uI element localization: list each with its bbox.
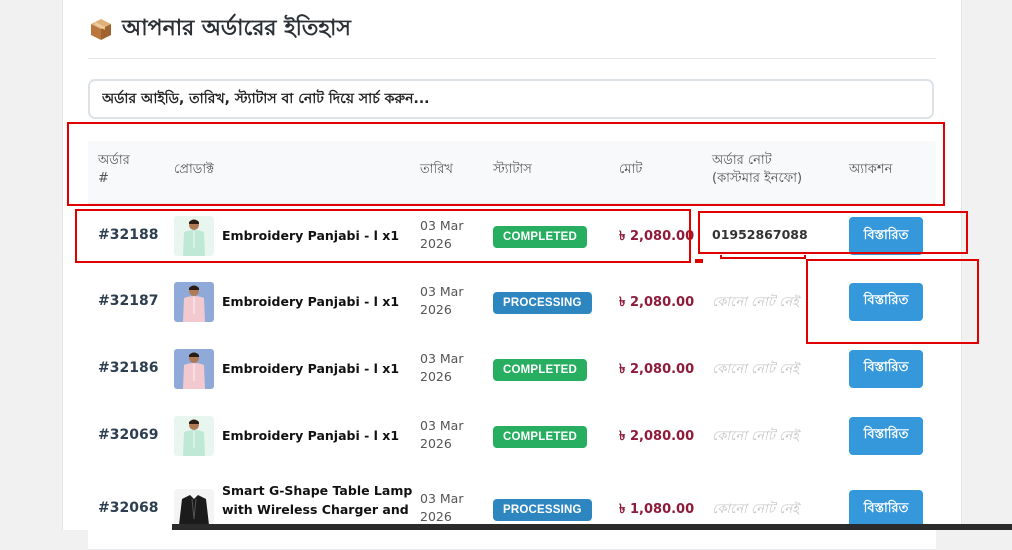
status-badge: COMPLETED — [493, 226, 587, 248]
order-id: #32186 — [98, 359, 159, 376]
product-name: Embroidery Panjabi - l x1 — [222, 427, 400, 443]
status-badge: COMPLETED — [493, 425, 587, 448]
status-badge: COMPLETED — [493, 358, 587, 381]
details-button[interactable]: বিস্তারিত — [849, 416, 923, 455]
order-id: #32068 — [98, 500, 159, 516]
table-row: #32187 Embroidery Panjabi - l x1 03 Mar 202… — [88, 268, 936, 336]
product-thumbnail — [174, 216, 214, 256]
status-badge: PROCESSING — [493, 291, 592, 314]
table-row: #32186 Embroidery Panjabi - l x1 03 Mar 202… — [88, 335, 936, 403]
order-date: 03 Mar 2026 — [420, 417, 464, 451]
order-note: কোনো নোট নেই — [712, 294, 799, 310]
table-header: অর্ডার # প্রোডাক্ট তারিখ স্ট্যাটাস মোট অর… — [88, 141, 936, 204]
page-title: আপনার অর্ডারের ইতিহাস — [122, 15, 351, 41]
order-id: #32188 — [98, 227, 159, 243]
package-box-icon — [91, 19, 111, 40]
order-id: #32069 — [98, 426, 159, 443]
header-total: মোট — [619, 162, 643, 177]
status-badge: PROCESSING — [493, 499, 592, 521]
details-button[interactable]: বিস্তারিত — [849, 217, 923, 255]
header-order: অর্ডার # — [98, 153, 130, 186]
order-total: ৳ 1,080.00 — [619, 502, 695, 517]
table-row: #32188 Embroidery Panjabi - l x1 03 Mar 202… — [88, 204, 936, 269]
order-note: কোনো নোট নেই — [712, 361, 799, 377]
details-button[interactable]: বিস্তারিত — [849, 490, 923, 528]
product-thumbnail — [174, 489, 214, 529]
order-date: 03 Mar 2026 — [420, 218, 464, 251]
table-row: #32068 Smart G-Shape Table Lamp with Wirel… — [88, 469, 936, 550]
annotation-connector — [720, 255, 806, 259]
bottom-scrollbar — [172, 524, 1012, 530]
header-product: প্রোডাক্ট — [174, 162, 214, 177]
details-button[interactable]: বিস্তারিত — [849, 349, 923, 388]
header-note: অর্ডার নোট (কাস্টমার ইনফো) — [712, 153, 803, 186]
page-header: আপনার অর্ডারের ইতিহাস — [88, 14, 351, 44]
order-total: ৳ 2,080.00 — [619, 428, 695, 444]
product-thumbnail — [174, 281, 214, 322]
order-total: ৳ 2,080.00 — [619, 294, 695, 310]
product-name: Embroidery Panjabi - l x1 — [222, 228, 400, 243]
product-name: Smart G-Shape Table Lamp with Wireless Ch… — [222, 483, 413, 517]
order-total: ৳ 2,080.00 — [619, 361, 695, 377]
details-button[interactable]: বিস্তারিত — [849, 282, 923, 321]
annotation-tick — [695, 259, 703, 263]
order-note: 01952867088 — [712, 227, 808, 242]
product-name: Embroidery Panjabi - l x1 — [222, 360, 400, 376]
order-total: ৳ 2,080.00 — [619, 229, 695, 244]
product-thumbnail — [174, 348, 214, 389]
order-date: 03 Mar 2026 — [420, 350, 464, 384]
title-divider — [88, 58, 936, 59]
order-date: 03 Mar 2026 — [420, 491, 464, 524]
table-row: #32069 Embroidery Panjabi - l x1 03 Mar 202… — [88, 402, 936, 470]
product-name: Embroidery Panjabi - l x1 — [222, 293, 400, 309]
order-note: কোনো নোট নেই — [712, 502, 799, 517]
order-id: #32187 — [98, 292, 159, 309]
order-date: 03 Mar 2026 — [420, 283, 464, 317]
header-action: অ্যাকশন — [849, 162, 893, 177]
order-note: কোনো নোট নেই — [712, 428, 799, 444]
header-status: স্ট্যাটাস — [493, 162, 532, 177]
product-thumbnail — [174, 415, 214, 456]
order-search-input[interactable] — [88, 79, 934, 119]
header-date: তারিখ — [420, 162, 453, 177]
